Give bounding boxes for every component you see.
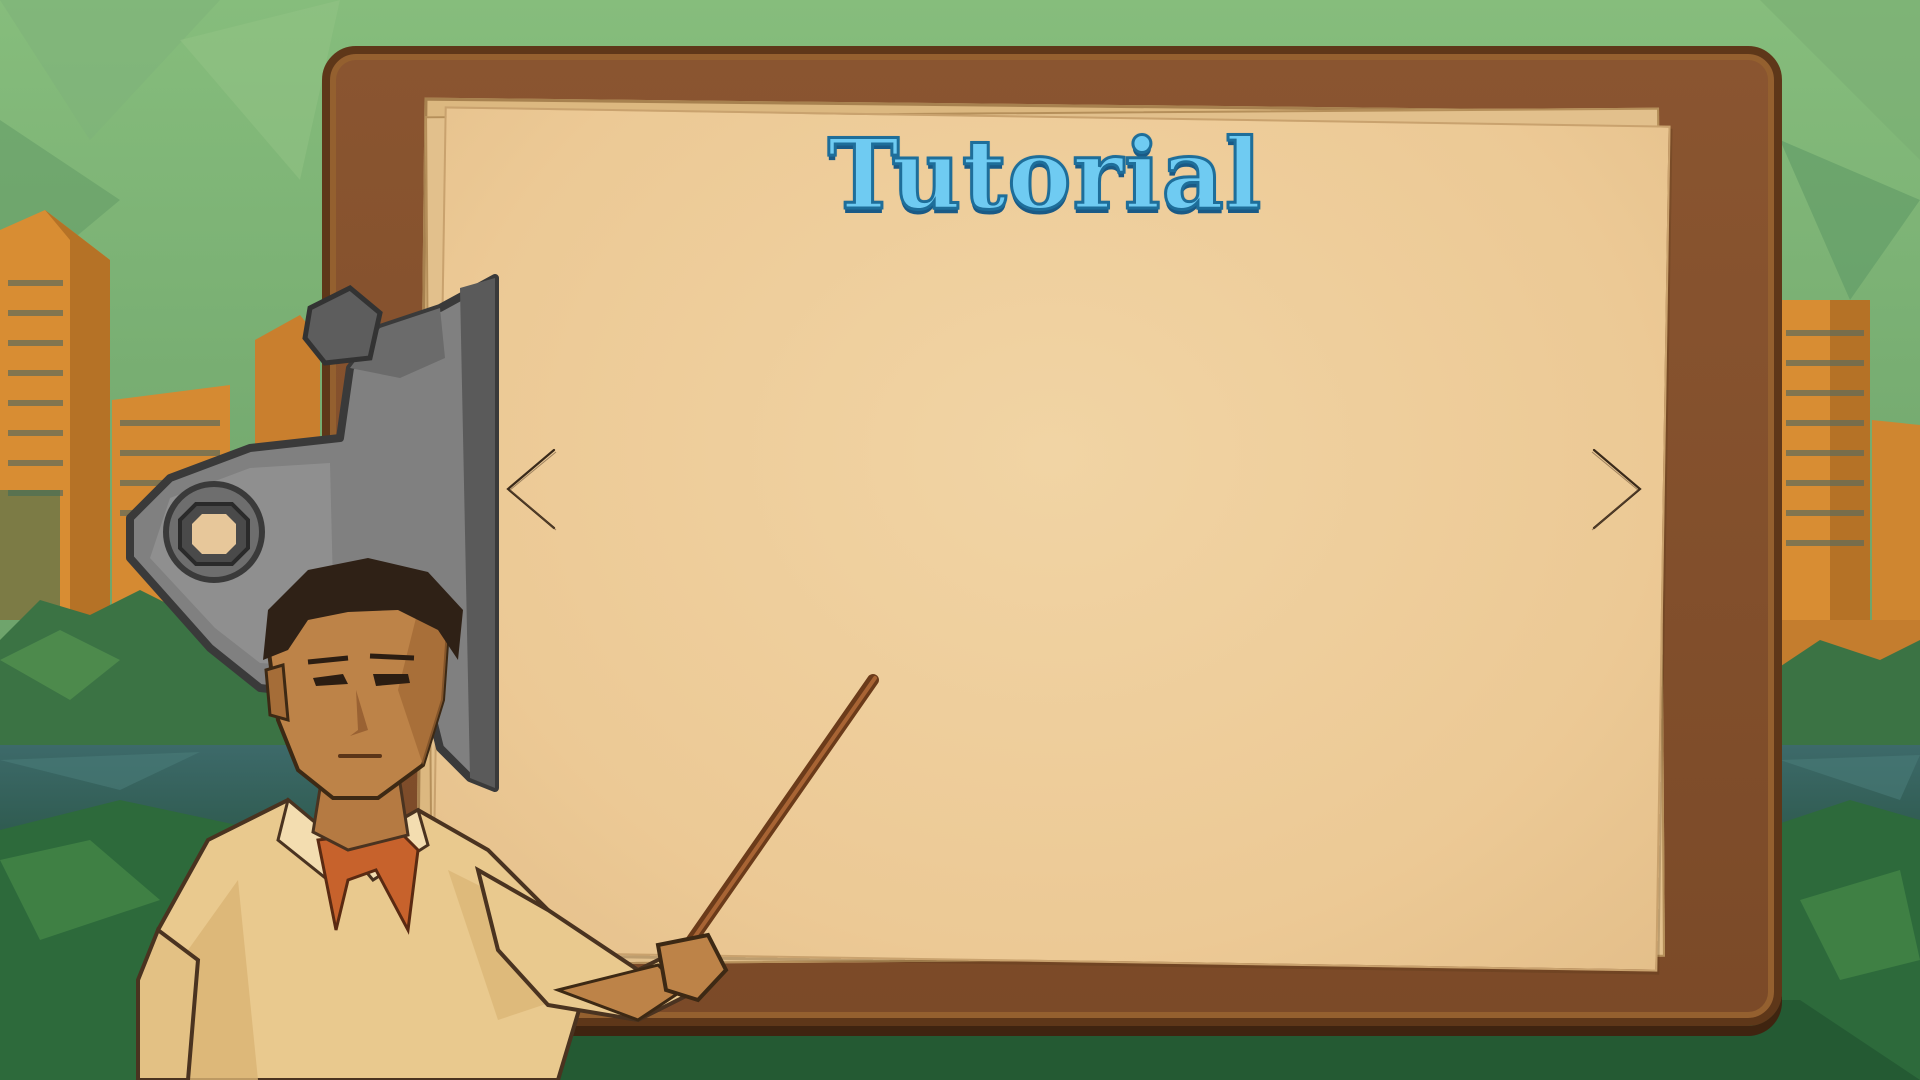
next-page-button[interactable] [1586,444,1646,534]
chevron-right-icon [1591,448,1642,531]
chevron-left-icon [506,448,557,531]
tutorial-screen: Tutorial [0,0,1920,1080]
teacher-character [136,558,879,1080]
previous-page-button[interactable] [502,444,562,534]
